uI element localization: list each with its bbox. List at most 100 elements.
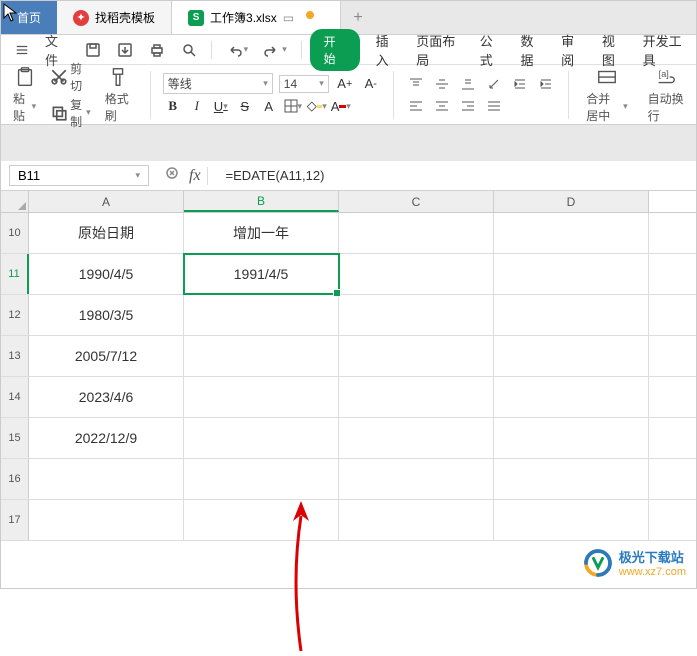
cell-b16[interactable] xyxy=(184,459,339,499)
print-preview-icon[interactable] xyxy=(175,40,203,60)
row-header[interactable]: 15 xyxy=(1,418,29,458)
cell-b11[interactable]: 1991/4/5 xyxy=(184,254,339,294)
cell-d10[interactable] xyxy=(494,213,649,253)
cell-a13[interactable]: 2005/7/12 xyxy=(29,336,184,376)
col-header-c[interactable]: C xyxy=(339,191,494,212)
align-right-icon[interactable] xyxy=(458,96,478,116)
save-icon[interactable] xyxy=(79,40,107,60)
font-size-select[interactable]: 14▾ xyxy=(279,75,329,93)
menu-icon[interactable] xyxy=(9,41,35,59)
merge-center-button[interactable]: 合并居中▾ xyxy=(580,64,633,126)
cell-c16[interactable] xyxy=(339,459,494,499)
superscript-button[interactable]: A xyxy=(259,96,279,116)
paste-label: 粘贴 xyxy=(13,90,30,124)
font-name-select[interactable]: 等线▾ xyxy=(163,73,273,94)
tab-window-icon[interactable]: ▭ xyxy=(283,11,294,25)
cell-b15[interactable] xyxy=(184,418,339,458)
cell-d17[interactable] xyxy=(494,500,649,540)
wrap-label: 自动换行 xyxy=(648,90,684,124)
cell-c12[interactable] xyxy=(339,295,494,335)
copy-button[interactable]: 复制▾ xyxy=(50,96,91,130)
row-header[interactable]: 12 xyxy=(1,295,29,335)
save-as-icon[interactable] xyxy=(111,40,139,60)
cell-b14[interactable] xyxy=(184,377,339,417)
cell-d16[interactable] xyxy=(494,459,649,499)
cell-a10[interactable]: 原始日期 xyxy=(29,213,184,253)
fill-color-button[interactable]: ◇▾ xyxy=(307,96,327,116)
row-header[interactable]: 13 xyxy=(1,336,29,376)
copy-label: 复制 xyxy=(70,96,84,130)
formula-bar: B11 ▾ fx =EDATE(A11,12) xyxy=(1,161,696,191)
tab-modified-dot xyxy=(306,11,314,19)
align-left-icon[interactable] xyxy=(406,96,426,116)
cell-a17[interactable] xyxy=(29,500,184,540)
indent-increase-icon[interactable] xyxy=(536,74,556,94)
cell-d13[interactable] xyxy=(494,336,649,376)
cancel-formula-icon[interactable] xyxy=(165,166,179,185)
cell-c11[interactable] xyxy=(339,254,494,294)
decrease-font-icon[interactable]: A- xyxy=(361,74,381,94)
cell-d12[interactable] xyxy=(494,295,649,335)
cell-a16[interactable] xyxy=(29,459,184,499)
bold-button[interactable]: B xyxy=(163,96,183,116)
ribbon-tab-layout[interactable]: 页面布局 xyxy=(416,31,461,69)
row-header[interactable]: 16 xyxy=(1,459,29,499)
cell-b13[interactable] xyxy=(184,336,339,376)
border-button[interactable]: ▾ xyxy=(283,96,303,116)
fx-icon[interactable]: fx xyxy=(189,167,208,185)
format-painter-button[interactable]: 格式刷 xyxy=(99,64,138,126)
row-header[interactable]: 14 xyxy=(1,377,29,417)
ribbon-tab-formula[interactable]: 公式 xyxy=(480,31,503,69)
cell-c14[interactable] xyxy=(339,377,494,417)
print-icon[interactable] xyxy=(143,40,171,60)
italic-button[interactable]: I xyxy=(187,96,207,116)
cell-c15[interactable] xyxy=(339,418,494,458)
font-color-button[interactable]: A▾ xyxy=(331,96,351,116)
ribbon-tab-start[interactable]: 开始 xyxy=(310,29,360,71)
align-center-icon[interactable] xyxy=(432,96,452,116)
ribbon-tab-insert[interactable]: 插入 xyxy=(376,31,399,69)
cell-c13[interactable] xyxy=(339,336,494,376)
cell-c10[interactable] xyxy=(339,213,494,253)
cell-c17[interactable] xyxy=(339,500,494,540)
col-header-a[interactable]: A xyxy=(29,191,184,212)
divider xyxy=(301,41,302,59)
cell-a11[interactable]: 1990/4/5 xyxy=(29,254,184,294)
name-box[interactable]: B11 ▾ xyxy=(9,165,149,186)
underline-button[interactable]: U▾ xyxy=(211,96,231,116)
paste-button[interactable]: 粘贴▾ xyxy=(7,64,42,126)
justify-icon[interactable] xyxy=(484,96,504,116)
cell-d14[interactable] xyxy=(494,377,649,417)
cell-a14[interactable]: 2023/4/6 xyxy=(29,377,184,417)
select-all-corner[interactable] xyxy=(1,191,29,212)
tab-document[interactable]: S 工作簿3.xlsx ▭ xyxy=(172,1,341,34)
wrap-text-button[interactable]: [a] 自动换行 xyxy=(642,64,690,126)
cell-b12[interactable] xyxy=(184,295,339,335)
strikethrough-button[interactable]: S xyxy=(235,96,255,116)
cell-a15[interactable]: 2022/12/9 xyxy=(29,418,184,458)
increase-font-icon[interactable]: A+ xyxy=(335,74,355,94)
cell-b17[interactable] xyxy=(184,500,339,540)
orientation-icon[interactable] xyxy=(484,74,504,94)
align-top-icon[interactable] xyxy=(406,74,426,94)
cell-d15[interactable] xyxy=(494,418,649,458)
cut-button[interactable]: 剪切 xyxy=(50,60,91,94)
ribbon-tab-data[interactable]: 数据 xyxy=(520,31,543,69)
undo-icon[interactable]: ▾ xyxy=(220,40,255,60)
row-header[interactable]: 17 xyxy=(1,500,29,540)
col-header-b[interactable]: B xyxy=(184,191,339,212)
col-header-d[interactable]: D xyxy=(494,191,649,212)
formula-input[interactable]: =EDATE(A11,12) xyxy=(220,166,696,185)
new-tab-button[interactable]: + xyxy=(341,9,375,27)
align-bottom-icon[interactable] xyxy=(458,74,478,94)
cell-d11[interactable] xyxy=(494,254,649,294)
row-header[interactable]: 10 xyxy=(1,213,29,253)
indent-decrease-icon[interactable] xyxy=(510,74,530,94)
align-middle-icon[interactable] xyxy=(432,74,452,94)
cell-a12[interactable]: 1980/3/5 xyxy=(29,295,184,335)
row-header[interactable]: 11 xyxy=(1,254,29,294)
spreadsheet-grid: A B C D 10 原始日期 增加一年 11 1990/4/5 1991/4/… xyxy=(1,191,696,541)
cell-b10[interactable]: 增加一年 xyxy=(184,213,339,253)
watermark-logo-icon xyxy=(583,548,613,578)
redo-icon[interactable]: ▾ xyxy=(258,40,293,60)
